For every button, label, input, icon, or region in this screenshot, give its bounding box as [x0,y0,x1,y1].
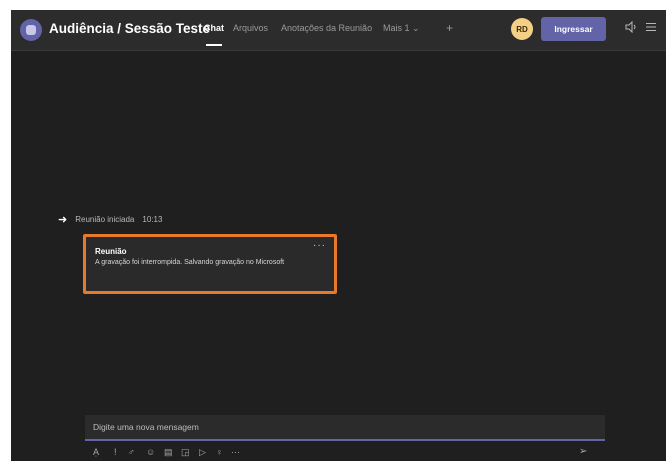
card-body: A gravação foi interrompida. Salvando gr… [95,259,285,266]
join-button[interactable]: Ingressar [541,17,606,41]
emoji-icon[interactable]: ☺ [146,447,155,457]
sticker-icon[interactable]: ◲ [181,447,190,458]
card-title: Reunião [95,247,127,256]
avatar[interactable]: RD [511,18,533,40]
send-icon[interactable]: ➢ [579,446,587,457]
tab-chat[interactable]: Chat [204,23,224,33]
message-input[interactable] [85,415,605,439]
meeting-icon [20,19,42,41]
compose-box[interactable] [85,415,605,441]
plus-icon[interactable]: + [446,21,453,35]
tab-meeting-notes[interactable]: Anotações da Reunião [281,23,372,33]
device-audio-icon[interactable] [625,20,639,36]
praise-icon[interactable]: ♀ [216,447,223,457]
attach-icon[interactable]: ! [114,447,117,457]
more-options-icon[interactable]: ··· [313,240,326,251]
meeting-started-message: ➜ Reunião iniciada 10:13 [58,213,162,226]
meeting-start-icon: ➜ [58,214,68,226]
format-icon[interactable]: Ạ [93,447,99,457]
link-icon[interactable]: ♂ [128,447,135,457]
meeting-title: Audiência / Sessão Teste [49,21,211,36]
active-tab-indicator [206,44,222,46]
meeting-header: Audiência / Sessão Teste Chat Arquivos A… [11,10,666,51]
tab-files[interactable]: Arquivos [233,23,268,33]
more-options-icon[interactable] [645,21,657,36]
teams-window: Audiência / Sessão Teste Chat Arquivos A… [11,10,666,461]
system-message-time: 10:13 [142,215,163,224]
recording-card[interactable]: Reunião A gravação foi interrompida. Sal… [83,234,337,294]
system-message-text: Reunião iniciada [75,215,135,224]
tab-more[interactable]: Mais 1 ⌄ [383,23,420,34]
gif-icon[interactable]: ▤ [164,447,173,458]
meet-icon[interactable]: ▷ [199,447,206,458]
more-icon[interactable]: ··· [231,447,240,457]
